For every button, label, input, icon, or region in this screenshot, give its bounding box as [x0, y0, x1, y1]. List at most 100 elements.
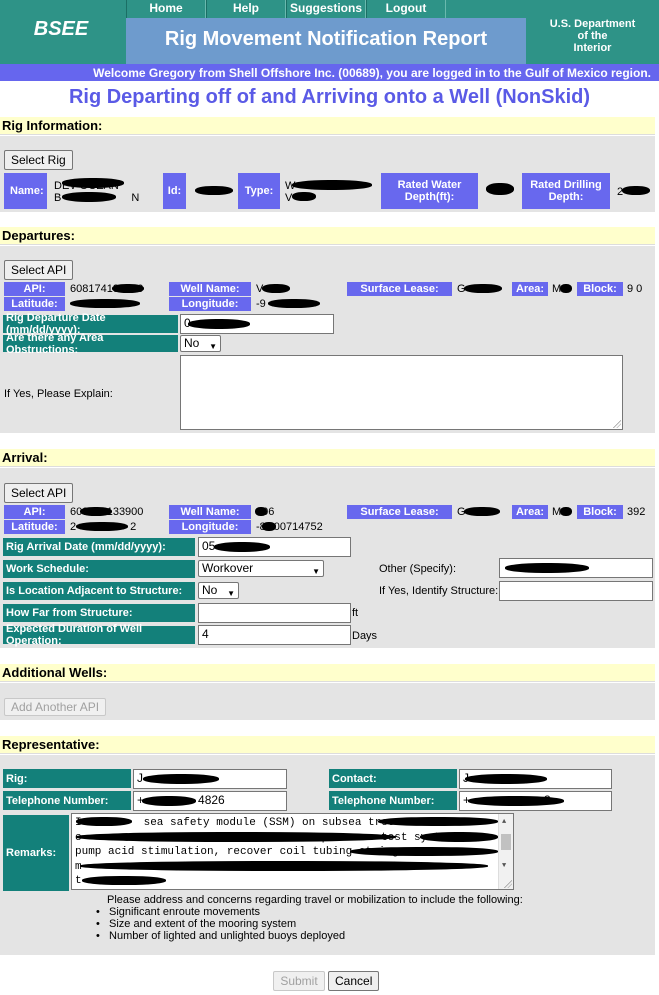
cancel-button[interactable]: Cancel	[328, 971, 379, 991]
other-specify-label: Other (Specify):	[379, 563, 457, 575]
scroll-down-icon[interactable]: ▼	[502, 859, 506, 874]
explain-textarea[interactable]	[180, 355, 623, 430]
redaction	[262, 522, 276, 531]
arrival-longitude-label: Longitude:	[169, 520, 251, 534]
arrival-block-label: Block:	[577, 505, 623, 519]
rep-contact-phone-label: Telephone Number:	[329, 791, 457, 810]
guidance-item: • Number of lighted and unlighted buoys …	[96, 930, 346, 942]
identify-structure-label: If Yes, Identify Structure:	[379, 585, 499, 597]
departure-block-value: 90	[627, 283, 643, 295]
nav-logout[interactable]: Logout	[366, 0, 446, 18]
remarks-label: Remarks:	[3, 815, 69, 891]
redaction	[378, 817, 498, 826]
arrival-well-name-label: Well Name:	[169, 505, 251, 519]
how-far-label: How Far from Structure:	[3, 604, 195, 622]
redaction	[622, 186, 650, 195]
welcome-text: Welcome Gregory from Shell Offshore Inc.…	[93, 66, 651, 80]
redaction	[268, 299, 320, 308]
departure-area-label: Area:	[512, 282, 548, 296]
arrival-block-value: 392	[627, 506, 646, 518]
bsee-logo: BSEE	[33, 18, 89, 40]
redaction	[76, 832, 396, 842]
drilling-depth-label: Rated Drilling Depth:	[522, 173, 610, 209]
work-schedule-label: Work Schedule:	[3, 560, 195, 578]
section-rig-information: Rig Information:	[0, 117, 655, 135]
work-schedule-select[interactable]: Workover ▼	[198, 560, 324, 577]
redaction	[214, 542, 270, 552]
how-far-unit: ft	[352, 607, 359, 619]
select-departure-api-button[interactable]: Select API	[4, 260, 74, 280]
redaction	[560, 507, 572, 516]
select-rig-button[interactable]: Select Rig	[4, 150, 73, 170]
section-additional-wells: Additional Wells:	[0, 664, 655, 682]
departure-longitude-value: -9	[256, 298, 266, 310]
how-far-input[interactable]	[198, 603, 351, 623]
redaction	[80, 507, 112, 516]
nav-home[interactable]: Home	[126, 0, 206, 18]
redaction	[112, 284, 144, 293]
redaction	[420, 832, 498, 842]
section-representative: Representative:	[0, 736, 655, 754]
rig-id-label: Id:	[163, 173, 186, 209]
redaction	[292, 192, 316, 201]
rep-contact-label: Contact:	[329, 769, 457, 788]
add-another-api-button[interactable]: Add Another API	[4, 698, 107, 716]
water-depth-label: Rated Water Depth(ft):	[381, 173, 478, 209]
resize-grip-icon[interactable]	[504, 880, 512, 888]
app-title: Rig Movement Notification Report	[164, 28, 488, 50]
guidance-list: • Significant enroute movements • Size a…	[96, 906, 345, 942]
departure-surface-lease-label: Surface Lease:	[347, 282, 452, 296]
remarks-scrollbar[interactable]: ▲ ▼	[498, 814, 513, 889]
section-arrival: Arrival:	[0, 449, 655, 467]
redaction	[76, 522, 128, 531]
arrival-surface-lease-label: Surface Lease:	[347, 505, 452, 519]
redaction	[62, 178, 124, 188]
redaction	[292, 180, 372, 190]
redaction	[468, 796, 564, 806]
redaction	[464, 284, 502, 293]
redaction	[465, 774, 547, 784]
chevron-down-icon: ▼	[209, 342, 217, 351]
obstructions-select[interactable]: No ▼	[180, 335, 221, 352]
redaction	[560, 284, 572, 293]
departure-well-name-label: Well Name:	[169, 282, 251, 296]
rep-rig-label: Rig:	[3, 769, 131, 788]
redaction	[76, 817, 132, 826]
redaction	[262, 284, 290, 293]
departure-longitude-label: Longitude:	[169, 297, 251, 311]
select-arrival-api-button[interactable]: Select API	[4, 483, 74, 503]
arrival-date-label: Rig Arrival Date (mm/dd/yyyy):	[3, 538, 195, 556]
duration-unit: Days	[352, 630, 378, 642]
nav-filler	[446, 0, 526, 18]
identify-structure-input[interactable]	[499, 581, 653, 601]
departure-block-label: Block:	[577, 282, 623, 296]
redaction	[62, 192, 116, 202]
nav-help[interactable]: Help	[206, 0, 286, 18]
guidance-intro: Please address and concerns regarding tr…	[107, 894, 523, 906]
adjacent-structure-select[interactable]: No ▼	[198, 582, 239, 599]
redaction	[195, 186, 233, 195]
arrival-api-label: API:	[4, 505, 65, 519]
arrival-area-label: Area:	[512, 505, 548, 519]
scroll-up-icon[interactable]: ▲	[502, 815, 506, 830]
nav-suggestions[interactable]: Suggestions	[286, 0, 366, 18]
redaction	[464, 507, 500, 516]
redaction	[142, 796, 196, 806]
guidance-item: • Significant enroute movements	[96, 906, 261, 918]
redaction	[188, 319, 250, 329]
adjacent-structure-label: Is Location Adjacent to Structure:	[3, 582, 195, 600]
redaction	[82, 876, 166, 885]
guidance-item: • Size and extent of the mooring system	[96, 918, 297, 930]
duration-label: Expected Duration of Well Operation:	[3, 623, 195, 647]
duration-input[interactable]: 4	[198, 625, 351, 645]
scrollbar-thumb[interactable]	[501, 834, 511, 850]
redaction	[486, 183, 514, 195]
departure-date-label: Rig Departure Date (mm/dd/yyyy):	[3, 312, 178, 336]
redaction	[350, 847, 498, 856]
section-departures: Departures:	[0, 227, 655, 245]
top-nav: Home Help Suggestions Logout	[126, 0, 446, 18]
departure-latitude-label: Latitude:	[4, 297, 65, 311]
resize-grip-icon[interactable]	[613, 420, 621, 428]
obstructions-label: Are there any Area Obstructions:	[3, 332, 178, 356]
submit-button[interactable]: Submit	[273, 971, 325, 991]
